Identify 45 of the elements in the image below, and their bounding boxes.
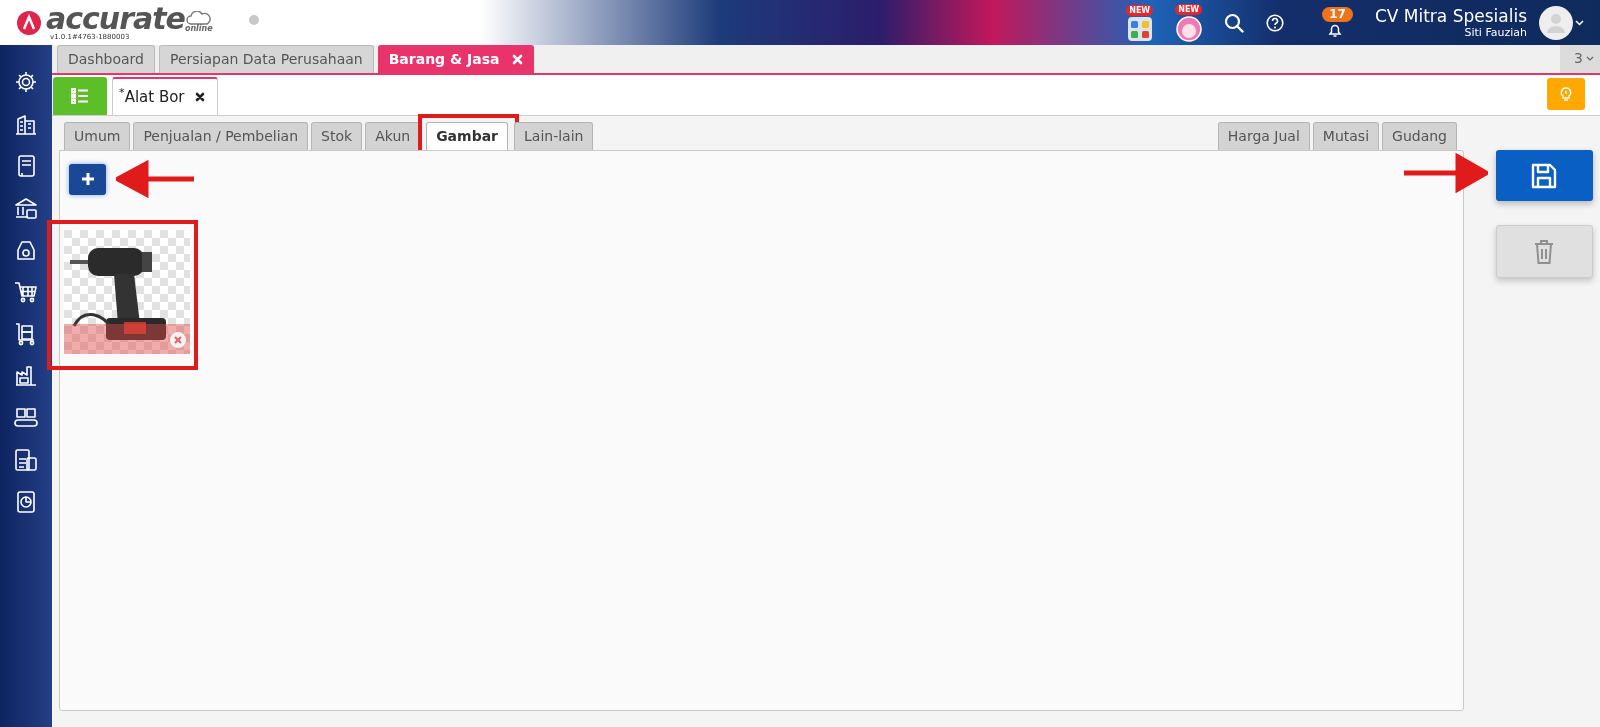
- add-button[interactable]: [69, 163, 106, 195]
- tax-document-icon[interactable]: [13, 447, 39, 473]
- chevron-down-icon[interactable]: [1575, 19, 1584, 26]
- lightbulb-icon: [1559, 86, 1573, 102]
- form-tab[interactable]: Lain-lain: [514, 122, 594, 150]
- form-tab[interactable]: Akun: [365, 122, 421, 150]
- tab-count-dropdown[interactable]: 3: [1560, 44, 1600, 73]
- form-tab[interactable]: Gudang: [1382, 122, 1457, 150]
- bank-icon[interactable]: [13, 195, 39, 221]
- page-tab[interactable]: Dashboard: [57, 45, 155, 73]
- chevron-down-icon: [1586, 56, 1594, 61]
- new-badge: NEW: [1126, 4, 1154, 16]
- logo-icon: [16, 9, 42, 36]
- close-icon[interactable]: [194, 92, 205, 102]
- logo-subtitle: online: [184, 24, 213, 33]
- cart-icon[interactable]: [13, 279, 39, 305]
- settings-icon[interactable]: [13, 69, 39, 95]
- form-tab[interactable]: Gambar: [426, 122, 509, 150]
- company-name: CV Mitra Spesialis: [1374, 6, 1527, 26]
- help-icon[interactable]: [1266, 13, 1285, 32]
- apps-icon[interactable]: [1127, 16, 1152, 41]
- form-tab[interactable]: Harga Jual: [1217, 122, 1310, 150]
- factory-icon[interactable]: [13, 363, 39, 389]
- document-tab[interactable]: $^{*}$Alat Bor: [112, 77, 218, 115]
- remove-icon[interactable]: [170, 332, 186, 348]
- logo-text: accurate: [46, 4, 185, 33]
- form-tab[interactable]: Umum: [64, 122, 131, 150]
- page-tab[interactable]: Persiapan Data Perusahaan: [158, 45, 374, 73]
- form-tab[interactable]: Mutasi: [1312, 122, 1380, 150]
- page-tab[interactable]: Barang & Jasa: [377, 45, 534, 73]
- mascot-avatar-icon[interactable]: [1175, 15, 1202, 42]
- plus-icon: [80, 172, 95, 186]
- form-tab[interactable]: Stok: [311, 122, 363, 150]
- save-button[interactable]: [1495, 150, 1593, 201]
- user-avatar-icon[interactable]: [1539, 5, 1573, 40]
- bell-icon[interactable]: [1326, 22, 1343, 38]
- new-badge: NEW: [1175, 3, 1203, 15]
- list-icon: [71, 88, 89, 104]
- cloud-icon: [185, 10, 212, 25]
- user-name: Siti Fauziah: [1464, 26, 1527, 39]
- search-icon[interactable]: [1224, 12, 1245, 33]
- form-tab[interactable]: Penjualan / Pembelian: [133, 122, 309, 150]
- trash-icon: [1533, 238, 1555, 265]
- notification-count: 17: [1322, 7, 1353, 22]
- status-dot-icon: [248, 14, 259, 25]
